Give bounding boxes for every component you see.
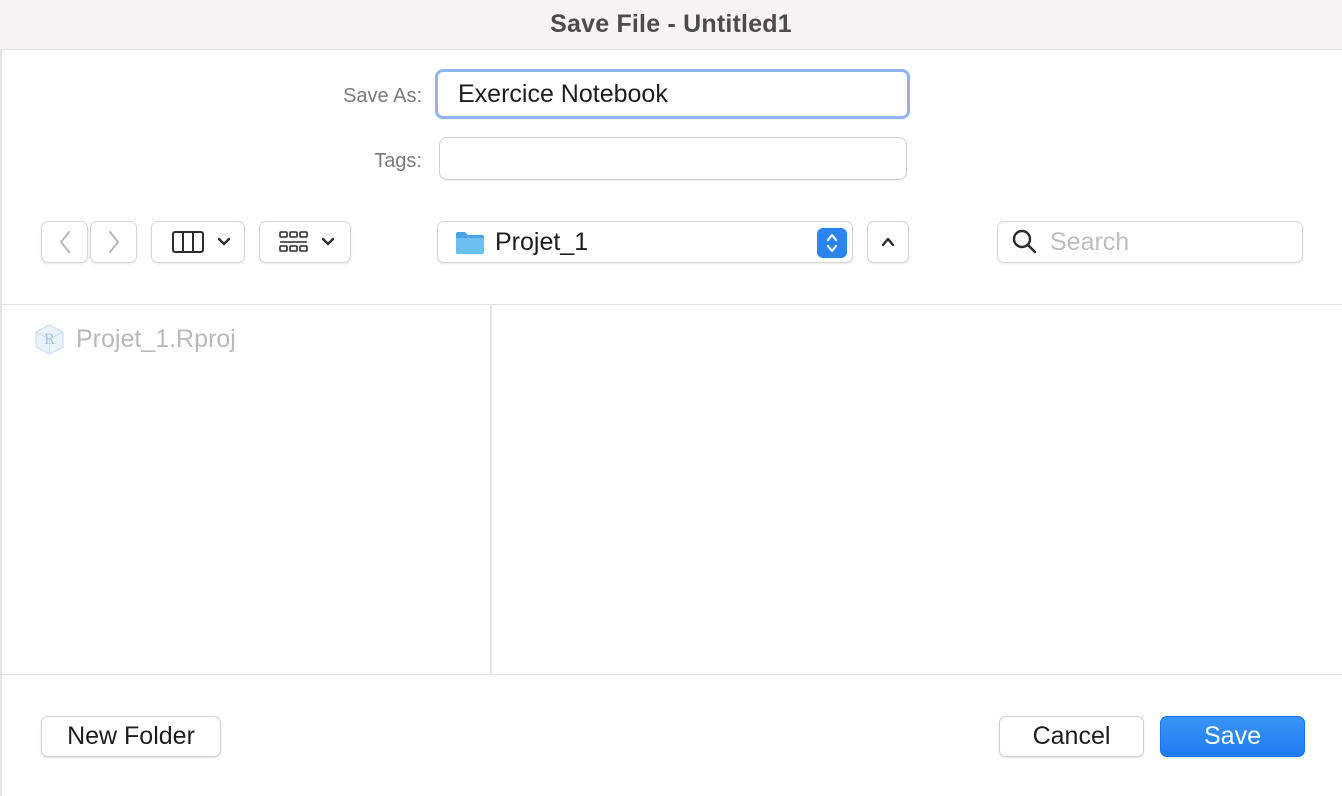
window-title: Save File - Untitled1	[550, 10, 792, 38]
location-name: Projet_1	[495, 227, 589, 256]
chevron-right-icon	[108, 231, 119, 253]
up-down-arrows-icon	[826, 233, 838, 253]
forward-button[interactable]	[90, 221, 137, 263]
tags-field[interactable]	[439, 137, 907, 180]
back-button[interactable]	[41, 221, 88, 263]
folder-icon	[456, 232, 484, 254]
save-as-field[interactable]: Exercice Notebook	[435, 69, 910, 119]
new-folder-button[interactable]: New Folder	[41, 716, 221, 757]
chevron-down-icon	[321, 237, 335, 246]
search-input[interactable]	[1048, 226, 1282, 258]
browser-top-divider	[2, 304, 1342, 305]
grid-icon	[279, 231, 308, 252]
columns-icon	[172, 231, 204, 253]
chevron-up-icon	[881, 237, 895, 247]
group-button[interactable]	[259, 221, 351, 263]
file-item: R Projet_1.Rproj	[34, 322, 236, 356]
svg-text:R: R	[44, 332, 55, 348]
window-left-edge	[0, 49, 2, 796]
column-divider[interactable]	[490, 305, 492, 674]
file-name: Projet_1.Rproj	[76, 324, 236, 353]
cancel-button[interactable]: Cancel	[999, 716, 1144, 757]
chevron-down-icon	[217, 237, 231, 246]
title-bar[interactable]: Save File - Untitled1	[0, 0, 1342, 50]
save-as-label: Save As:	[343, 85, 422, 107]
save-file-dialog: Save File - Untitled1 Save As: Exercice …	[0, 0, 1342, 796]
search-icon	[1012, 229, 1037, 254]
save-as-value: Exercice Notebook	[458, 79, 668, 108]
save-button[interactable]: Save	[1160, 716, 1305, 757]
chevron-left-icon	[59, 231, 70, 253]
enclosing-folder-button[interactable]	[867, 221, 909, 263]
popup-stepper	[817, 228, 847, 258]
tags-label: Tags:	[374, 150, 422, 172]
search-field[interactable]	[997, 221, 1303, 263]
browser-bottom-divider	[2, 674, 1342, 675]
rproj-file-icon: R	[35, 323, 64, 355]
view-mode-button[interactable]	[151, 221, 245, 263]
location-popup[interactable]: Projet_1	[437, 221, 853, 263]
